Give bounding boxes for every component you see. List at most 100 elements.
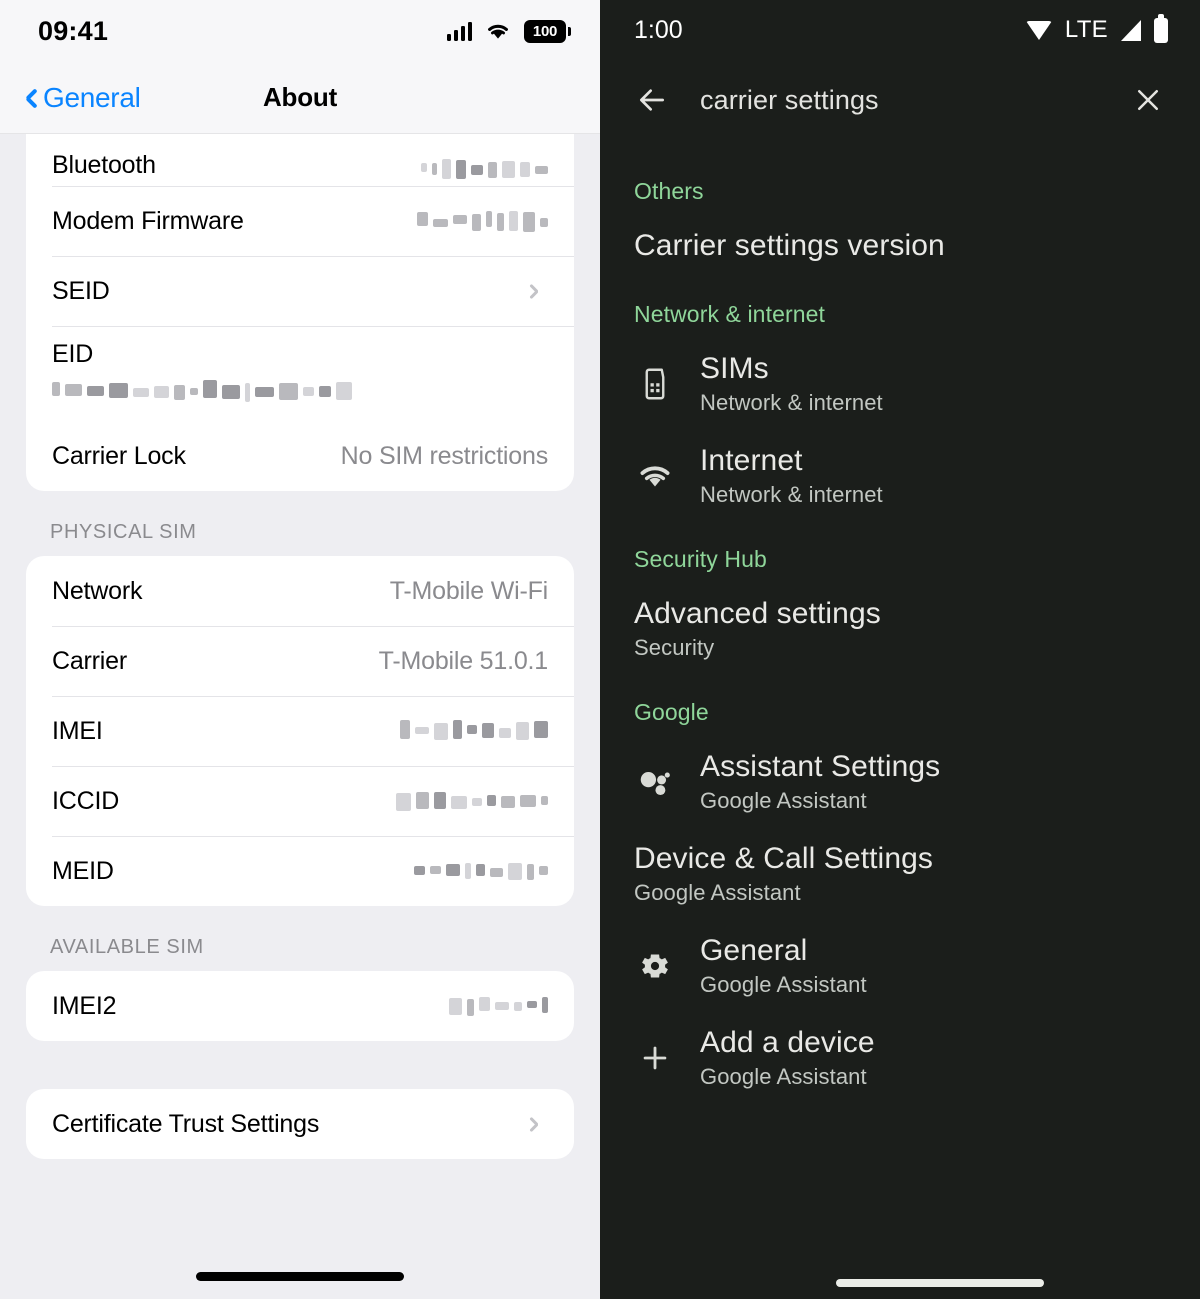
search-results-list[interactable]: Others Carrier settings version Network & … xyxy=(600,140,1200,1104)
redacted-value xyxy=(396,789,548,813)
battery-icon: 100 xyxy=(524,20,566,43)
section-spacer xyxy=(0,1041,600,1089)
result-subtitle: Security xyxy=(634,635,881,661)
back-to-general-button[interactable]: General xyxy=(20,82,141,114)
redacted-value xyxy=(421,156,548,180)
result-text: Assistant Settings Google Assistant xyxy=(700,750,940,814)
search-result-item[interactable]: Add a device Google Assistant xyxy=(600,1012,1200,1104)
redacted-value xyxy=(52,379,548,403)
result-title: Device & Call Settings xyxy=(634,842,933,876)
search-result-item[interactable]: Carrier settings version xyxy=(600,215,1200,277)
row-label: ICCID xyxy=(52,787,119,816)
ios-home-indicator xyxy=(196,1272,404,1281)
battery-icon xyxy=(1154,18,1168,43)
result-text: Carrier settings version xyxy=(634,229,945,263)
row-label: Carrier xyxy=(52,647,127,676)
settings-group: Network T-Mobile Wi-Fi Carrier T-Mobile 51.… xyxy=(26,556,574,906)
android-clock: 1:00 xyxy=(634,16,683,45)
row-accessory xyxy=(421,156,548,180)
row-value: T-Mobile Wi-Fi xyxy=(390,577,548,606)
row-label: Modem Firmware xyxy=(52,207,244,236)
back-button[interactable] xyxy=(630,78,674,122)
results-section-header: Google xyxy=(600,675,1200,736)
result-title: Advanced settings xyxy=(634,597,881,631)
row-accessory xyxy=(449,994,548,1018)
result-title: Internet xyxy=(700,444,883,478)
cellular-signal-icon xyxy=(1121,20,1141,41)
search-result-item[interactable]: Internet Network & internet xyxy=(600,430,1200,522)
ios-nav-bar: General About xyxy=(0,62,600,134)
android-home-indicator xyxy=(836,1279,1044,1287)
chevron-left-icon xyxy=(20,84,36,112)
settings-row: Carrier T-Mobile 51.0.1 xyxy=(26,626,574,696)
cellular-signal-icon xyxy=(447,22,473,41)
settings-row: Bluetooth xyxy=(26,134,574,186)
row-label: Network xyxy=(52,577,142,606)
row-accessory: T-Mobile 51.0.1 xyxy=(379,647,548,676)
search-result-item[interactable]: Assistant Settings Google Assistant xyxy=(600,736,1200,828)
ios-settings-pane: 09:41 100 General About xyxy=(0,0,600,1299)
settings-row: Modem Firmware xyxy=(26,186,574,256)
search-result-item[interactable]: Advanced settings Security xyxy=(600,583,1200,675)
result-title: Add a device xyxy=(700,1026,875,1060)
ios-settings-list[interactable]: Bluetooth Modem Firmware SEID EID Carrier Lo… xyxy=(0,134,600,1299)
android-settings-search-pane: 1:00 LTE carrier settings OthersCarrie xyxy=(600,0,1200,1299)
chevron-right-icon xyxy=(532,1114,544,1135)
ios-clock: 09:41 xyxy=(38,16,108,47)
row-label: IMEI xyxy=(52,717,103,746)
dual-phone-screenshot: 09:41 100 General About xyxy=(0,0,1200,1299)
row-label: SEID xyxy=(52,277,110,306)
row-value: No SIM restrictions xyxy=(341,442,548,471)
search-result-item[interactable]: General Google Assistant xyxy=(600,920,1200,1012)
row-accessory xyxy=(400,719,548,743)
row-label: MEID xyxy=(52,857,114,886)
result-subtitle: Network & internet xyxy=(700,482,883,508)
chevron-right-icon xyxy=(532,281,544,302)
settings-row: Network T-Mobile Wi-Fi xyxy=(26,556,574,626)
search-result-item[interactable]: SIMsNetwork & internet xyxy=(600,338,1200,430)
row-accessory xyxy=(417,209,548,233)
row-label: EID xyxy=(52,340,548,369)
results-section-header: Security Hub xyxy=(600,522,1200,583)
row-label: Certificate Trust Settings xyxy=(52,1110,319,1139)
results-section-header: Network & internet xyxy=(600,277,1200,338)
row-value: T-Mobile 51.0.1 xyxy=(379,647,548,676)
result-subtitle: Google Assistant xyxy=(634,880,933,906)
section-header: AVAILABLE SIM xyxy=(0,906,600,971)
result-text: Internet Network & internet xyxy=(700,444,883,508)
battery-percent: 100 xyxy=(533,23,557,40)
settings-row[interactable]: Certificate Trust Settings xyxy=(26,1089,574,1159)
row-label: Carrier Lock xyxy=(52,442,186,471)
settings-row: IMEI2 xyxy=(26,971,574,1041)
wifi-icon xyxy=(1026,21,1052,40)
row-accessory: No SIM restrictions xyxy=(341,442,548,471)
sim-card-icon xyxy=(634,363,676,405)
settings-row: MEID xyxy=(26,836,574,906)
result-subtitle: Google Assistant xyxy=(700,972,867,998)
ios-status-bar: 09:41 100 xyxy=(0,0,600,62)
result-subtitle: Network & internet xyxy=(700,390,883,416)
android-status-bar: 1:00 LTE xyxy=(600,0,1200,60)
settings-row[interactable]: SEID xyxy=(26,256,574,326)
back-label: General xyxy=(43,82,141,114)
settings-row: Carrier Lock No SIM restrictions xyxy=(26,421,574,491)
result-text: Add a device Google Assistant xyxy=(700,1026,875,1090)
android-search-bar: carrier settings xyxy=(600,60,1200,140)
close-icon xyxy=(1133,85,1163,115)
search-input[interactable]: carrier settings xyxy=(700,85,1100,116)
search-result-item[interactable]: Device & Call Settings Google Assistant xyxy=(600,828,1200,920)
clear-search-button[interactable] xyxy=(1126,78,1170,122)
settings-group: Bluetooth Modem Firmware SEID EID Carrier Lo… xyxy=(26,134,574,491)
gear-icon xyxy=(634,945,676,987)
result-title: General xyxy=(700,934,867,968)
redacted-value xyxy=(417,209,548,233)
result-subtitle: Google Assistant xyxy=(700,1064,875,1090)
result-subtitle: Google Assistant xyxy=(700,788,940,814)
row-accessory: T-Mobile Wi-Fi xyxy=(390,577,548,606)
settings-group: Certificate Trust Settings xyxy=(26,1089,574,1159)
row-label: IMEI2 xyxy=(52,992,116,1021)
redacted-value xyxy=(449,994,548,1018)
result-text: SIMsNetwork & internet xyxy=(700,352,883,416)
result-title: Assistant Settings xyxy=(700,750,940,784)
results-section-header: Others xyxy=(600,154,1200,215)
